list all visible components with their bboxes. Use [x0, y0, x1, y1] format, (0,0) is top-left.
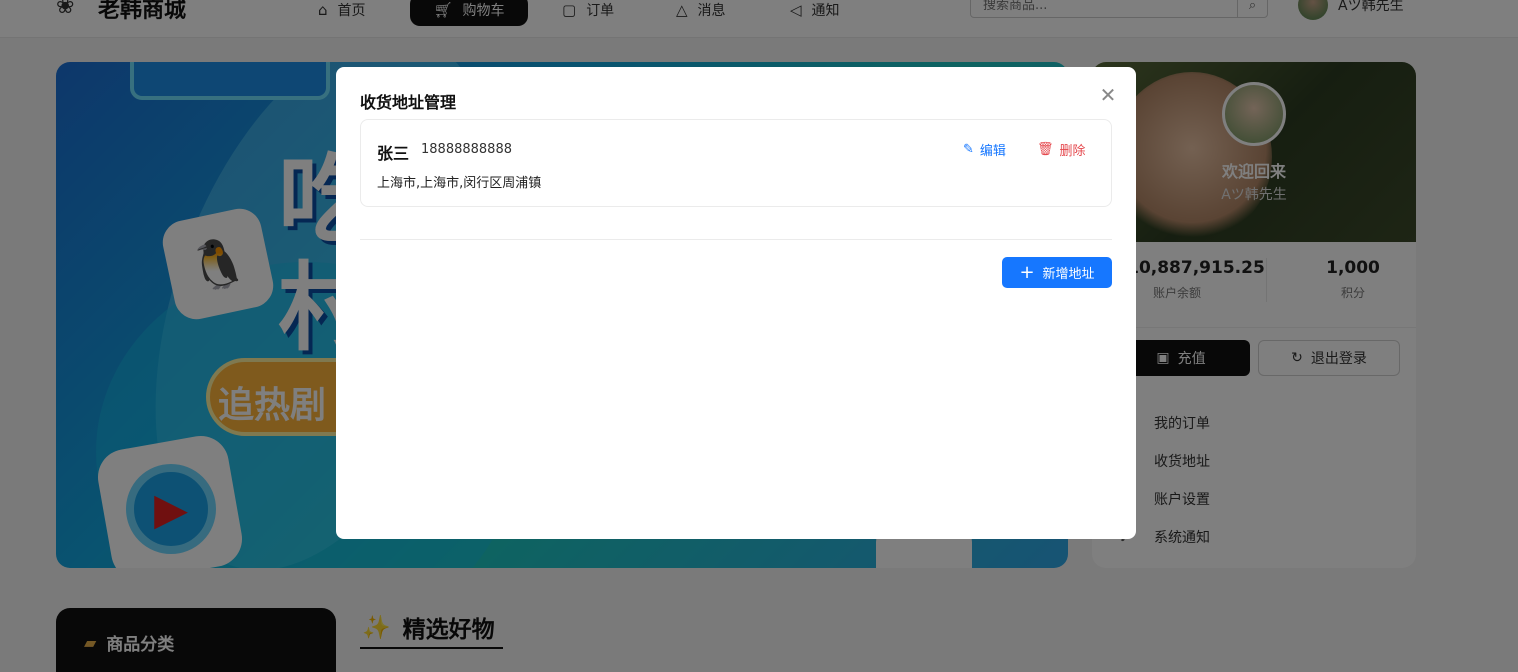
edit-address-button[interactable]: ✎ 编辑 — [963, 140, 1006, 159]
address-modal: 收货地址管理 ✕ 张三 18888888888 上海市,上海市,闵行区周浦镇 ✎… — [336, 67, 1136, 539]
address-phone: 18888888888 — [421, 142, 512, 157]
modal-divider — [360, 239, 1112, 240]
address-detail: 上海市,上海市,闵行区周浦镇 — [377, 176, 542, 191]
edit-label: 编辑 — [979, 144, 1006, 159]
delete-address-button[interactable]: 🗑︎ 删除 — [1037, 140, 1086, 159]
plus-icon: + — [1019, 261, 1035, 283]
delete-label: 删除 — [1059, 144, 1086, 159]
pencil-icon: ✎ — [963, 142, 974, 157]
close-icon[interactable]: ✕ — [1098, 85, 1118, 105]
address-card: 张三 18888888888 上海市,上海市,闵行区周浦镇 ✎ 编辑 🗑︎ 删除 — [360, 119, 1112, 207]
address-name: 张三 — [377, 144, 410, 163]
modal-title: 收货地址管理 — [360, 93, 457, 112]
add-address-button[interactable]: + 新增地址 — [1002, 257, 1112, 288]
trash-icon: 🗑︎ — [1037, 142, 1054, 157]
add-address-label: 新增地址 — [1042, 267, 1095, 282]
